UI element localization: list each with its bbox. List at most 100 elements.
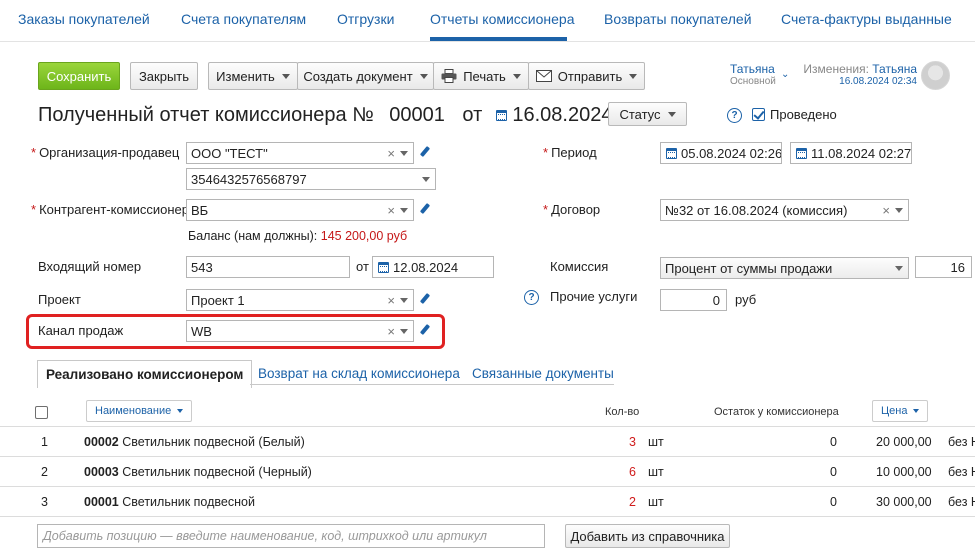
row-qty[interactable]: 6 bbox=[629, 465, 636, 479]
changes-info: Изменения: Татьяна 16.08.2024 02:34 bbox=[802, 62, 917, 87]
send-dropdown-button[interactable]: Отправить bbox=[528, 62, 645, 90]
help-icon[interactable]: ? bbox=[524, 290, 539, 305]
edit-dropdown-button[interactable]: Изменить bbox=[208, 62, 298, 90]
clear-icon[interactable]: × bbox=[387, 146, 395, 161]
posted-checkbox[interactable] bbox=[752, 108, 765, 121]
chevron-down-icon bbox=[913, 409, 920, 414]
edit-pencil-icon[interactable] bbox=[419, 146, 432, 159]
document-title: Полученный отчет комиссионера № bbox=[38, 104, 374, 126]
table-row[interactable]: 3 00001 Светильник подвесной 2 шт 0 30 0… bbox=[0, 486, 975, 516]
chevron-down-icon[interactable] bbox=[422, 177, 430, 182]
row-price[interactable]: 10 000,00 bbox=[876, 465, 932, 479]
sort-by-name-button[interactable]: Наименование bbox=[86, 400, 193, 422]
document-from: от bbox=[462, 104, 483, 126]
row-remain: 0 bbox=[830, 435, 837, 449]
calendar-icon[interactable] bbox=[666, 148, 677, 159]
period-to-input[interactable]: 11.08.2024 02:27 bbox=[790, 142, 912, 164]
row-name: Светильник подвесной bbox=[122, 495, 255, 509]
chevron-down-icon[interactable] bbox=[400, 329, 408, 334]
table-row[interactable]: 1 00002 Светильник подвесной (Белый) 3 ш… bbox=[0, 426, 975, 456]
envelope-icon bbox=[535, 70, 552, 82]
incoming-number-input[interactable]: 543 bbox=[186, 256, 350, 278]
select-all-checkbox[interactable] bbox=[35, 406, 48, 419]
edit-pencil-icon[interactable] bbox=[419, 203, 432, 216]
contract-label: * Договор bbox=[543, 202, 601, 217]
row-vat[interactable]: без Н bbox=[948, 495, 975, 509]
chevron-down-icon[interactable] bbox=[400, 298, 408, 303]
org-value: ООО "ТЕСТ" bbox=[191, 146, 268, 161]
status-label: Статус bbox=[619, 106, 661, 122]
edit-pencil-icon[interactable] bbox=[419, 324, 432, 337]
tab-customer-returns[interactable]: Возвраты покупателей bbox=[604, 11, 752, 27]
period-label: * Период bbox=[543, 145, 597, 160]
subtab-related-documents[interactable]: Связанные документы bbox=[472, 360, 614, 387]
chevron-down-icon bbox=[512, 73, 521, 79]
org-account-select[interactable]: 3546432576568797 bbox=[186, 168, 436, 190]
table-row[interactable]: 2 00003 Светильник подвесной (Черный) 6 … bbox=[0, 456, 975, 486]
tab-issued-invoices[interactable]: Счета-фактуры выданные bbox=[781, 11, 952, 27]
balance-info: Баланс (нам должны): 145 200,00 руб bbox=[188, 229, 407, 243]
subtab-sold[interactable]: Реализовано комиссионером bbox=[37, 360, 253, 388]
org-select[interactable]: ООО "ТЕСТ" × bbox=[186, 142, 414, 164]
sales-channel-select[interactable]: WB × bbox=[186, 320, 414, 342]
user-menu[interactable]: Татьяна Основной bbox=[730, 62, 776, 87]
add-from-catalog-button[interactable]: Добавить из справочника bbox=[565, 524, 730, 548]
print-dropdown-button[interactable]: Печать bbox=[433, 62, 529, 90]
contract-label-text: Договор bbox=[551, 202, 601, 217]
other-services-unit: руб bbox=[735, 292, 757, 307]
tab-shipments[interactable]: Отгрузки bbox=[337, 11, 394, 27]
subtab-return-to-warehouse[interactable]: Возврат на склад комиссионера bbox=[258, 360, 460, 387]
row-price[interactable]: 30 000,00 bbox=[876, 495, 932, 509]
print-label: Печать bbox=[463, 68, 506, 84]
incoming-date-input[interactable]: 12.08.2024 bbox=[372, 256, 494, 278]
clear-icon[interactable]: × bbox=[387, 203, 395, 218]
add-position-input[interactable]: Добавить позицию — введите наименование,… bbox=[37, 524, 545, 548]
commission-value-input[interactable]: 16 bbox=[915, 256, 972, 278]
sort-by-price-button[interactable]: Цена bbox=[872, 400, 929, 422]
col-qty-header: Кол-во bbox=[605, 406, 640, 418]
contract-select[interactable]: №32 от 16.08.2024 (комиссия) × bbox=[660, 199, 909, 221]
row-vat[interactable]: без Н bbox=[948, 465, 975, 479]
incoming-from-label: от bbox=[356, 259, 369, 274]
chevron-down-icon[interactable] bbox=[400, 208, 408, 213]
row-qty[interactable]: 2 bbox=[629, 495, 636, 509]
clear-icon[interactable]: × bbox=[387, 324, 395, 339]
project-select[interactable]: Проект 1 × bbox=[186, 289, 414, 311]
contractor-select[interactable]: ВБ × bbox=[186, 199, 414, 221]
chevron-down-icon[interactable] bbox=[895, 208, 903, 213]
chevron-down-icon[interactable] bbox=[400, 151, 408, 156]
create-document-dropdown-button[interactable]: Создать документ bbox=[297, 62, 434, 90]
period-from-input[interactable]: 05.08.2024 02:26 bbox=[660, 142, 782, 164]
status-dropdown[interactable]: Статус bbox=[608, 102, 687, 126]
row-price[interactable]: 20 000,00 bbox=[876, 435, 932, 449]
row-qty[interactable]: 3 bbox=[629, 435, 636, 449]
clear-icon[interactable]: × bbox=[387, 293, 395, 308]
edit-pencil-icon[interactable] bbox=[419, 293, 432, 306]
sales-channel-label: Канал продаж bbox=[38, 323, 124, 338]
contractor-value: ВБ bbox=[191, 203, 209, 218]
help-icon[interactable]: ? bbox=[727, 108, 742, 123]
tab-customer-orders[interactable]: Заказы покупателей bbox=[18, 11, 150, 27]
chevron-down-icon[interactable] bbox=[895, 266, 903, 271]
tab-customer-invoices[interactable]: Счета покупателям bbox=[181, 11, 306, 27]
add-from-catalog-label: Добавить из справочника bbox=[570, 528, 725, 544]
commission-type-select[interactable]: Процент от суммы продажи bbox=[660, 257, 909, 279]
calendar-icon[interactable] bbox=[796, 148, 807, 159]
incoming-number-value: 543 bbox=[191, 260, 213, 275]
chevron-down-icon[interactable]: ⌄ bbox=[781, 69, 789, 80]
avatar[interactable] bbox=[921, 61, 950, 90]
save-button[interactable]: Сохранить bbox=[38, 62, 120, 90]
document-number[interactable]: 00001 bbox=[389, 104, 445, 126]
tab-commission-reports[interactable]: Отчеты комиссионера bbox=[430, 11, 575, 27]
period-from-value: 05.08.2024 02:26 bbox=[681, 146, 782, 161]
row-code: 00001 bbox=[84, 495, 119, 509]
calendar-icon[interactable] bbox=[378, 262, 389, 273]
calendar-icon[interactable] bbox=[495, 110, 507, 122]
row-vat[interactable]: без Н bbox=[948, 435, 975, 449]
col-name-label: Наименование bbox=[95, 405, 172, 417]
other-services-input[interactable]: 0 bbox=[660, 289, 727, 311]
changes-user[interactable]: Татьяна bbox=[872, 62, 917, 76]
user-name: Татьяна bbox=[730, 62, 775, 76]
close-button[interactable]: Закрыть bbox=[130, 62, 198, 90]
clear-icon[interactable]: × bbox=[882, 203, 890, 218]
